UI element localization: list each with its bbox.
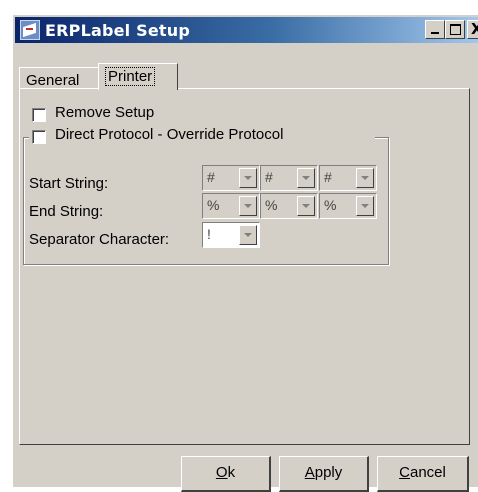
end-string-value-2: % (265, 197, 278, 213)
ok-mnemonic: O (215, 464, 228, 481)
window-title: ERPLabel Setup (45, 21, 190, 40)
separator-character-combo[interactable]: ! (202, 222, 260, 248)
tab-printer-label: Printer (105, 67, 156, 86)
chevron-down-icon[interactable] (297, 196, 315, 216)
start-string-combo-2[interactable]: # (260, 165, 318, 191)
apply-mnemonic: A (304, 464, 315, 481)
erplabel-app-icon[interactable] (20, 20, 40, 40)
chevron-down-icon[interactable] (239, 225, 257, 245)
minimize-button[interactable] (425, 20, 445, 39)
chevron-down-icon[interactable] (356, 196, 374, 216)
chevron-down-icon[interactable] (239, 168, 257, 188)
start-string-combo-3[interactable]: # (319, 165, 377, 191)
maximize-button[interactable] (445, 20, 465, 39)
apply-label: pply (314, 464, 343, 481)
chevron-down-icon[interactable] (239, 196, 257, 216)
cancel-mnemonic: C (399, 464, 410, 481)
chevron-down-icon[interactable] (297, 168, 315, 188)
separator-character-value: ! (207, 226, 211, 242)
chevron-down-icon[interactable] (356, 168, 374, 188)
start-string-value-2: # (265, 169, 273, 185)
end-string-combo-2[interactable]: % (260, 193, 318, 219)
ok-label: k (227, 464, 236, 481)
direct-protocol-label[interactable]: Direct Protocol - Override Protocol (55, 126, 283, 143)
start-string-value-3: # (324, 169, 332, 185)
direct-protocol-checkbox[interactable] (32, 130, 46, 144)
tab-general[interactable]: General (19, 67, 103, 89)
remove-setup-checkbox[interactable] (32, 108, 46, 122)
end-string-value-3: % (324, 197, 337, 213)
close-icon: X (471, 20, 478, 38)
start-string-label: Start String: (29, 175, 109, 192)
start-string-combo-1[interactable]: # (202, 165, 260, 191)
separator-character-label: Separator Character: (29, 231, 170, 248)
tab-printer[interactable]: Printer (98, 63, 178, 90)
tab-general-label: General (26, 72, 80, 89)
cancel-label: ancel (409, 464, 446, 481)
end-string-combo-1[interactable]: % (202, 193, 260, 219)
start-string-value-1: # (207, 169, 215, 185)
remove-setup-label[interactable]: Remove Setup (55, 104, 154, 121)
close-button[interactable]: X (467, 20, 478, 39)
end-string-label: End String: (29, 203, 104, 220)
end-string-combo-3[interactable]: % (319, 193, 377, 219)
title-bar[interactable]: ERPLabel Setup X (15, 17, 478, 43)
end-string-value-1: % (207, 197, 220, 213)
setup-window: ERPLabel Setup X General Printer Remove … (12, 14, 478, 492)
